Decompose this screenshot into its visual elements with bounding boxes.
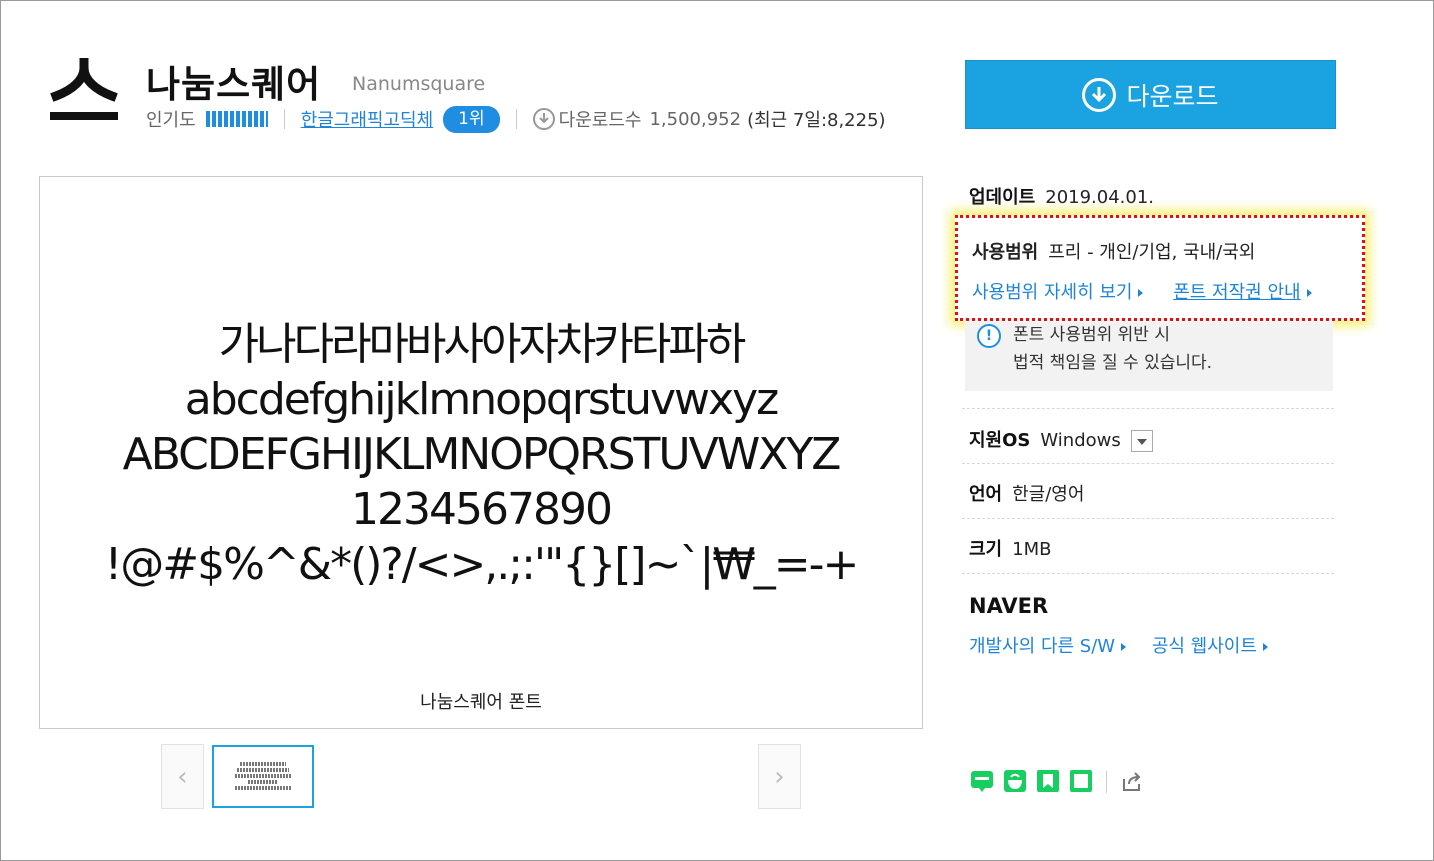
recent-downloads: (최근 7일:8,225) — [747, 110, 886, 131]
font-title-english: Nanumsquare — [352, 73, 486, 95]
usage-row: 사용범위 프리 - 개인/기업, 국내/국외 — [972, 238, 1255, 264]
rank-badge: 1위 — [443, 105, 500, 133]
os-value: Windows — [1040, 430, 1121, 451]
vendor-website-label: 공식 웹사이트 — [1151, 636, 1257, 657]
sample-line-symbols: !@#$%^&*()?/<>,.;:'"{}[]~`|₩_=-+ — [104, 539, 860, 590]
divider — [962, 408, 1334, 409]
copyright-link[interactable]: 폰트 저작권 안내 — [1173, 282, 1312, 303]
sample-line-lowercase: abcdefghijklmnopqrstuvwxyz — [184, 374, 779, 425]
memo-icon[interactable] — [1069, 769, 1093, 793]
popularity-label: 인기도 — [146, 110, 196, 131]
font-meta-row: 인기도 한글그래픽고딕체 1위 다운로드수 1,500,952 (최근 7일:8… — [146, 105, 886, 133]
category-link[interactable]: 한글그래픽고딕체 — [301, 106, 433, 132]
arrow-right-icon — [1138, 289, 1144, 297]
download-button[interactable]: 다운로드 — [965, 60, 1336, 129]
divider — [962, 573, 1334, 574]
font-logo-icon — [50, 58, 118, 120]
arrow-right-icon — [1121, 643, 1127, 651]
usage-links: 사용범위 자세히 보기 폰트 저작권 안내 — [972, 278, 1312, 304]
arrow-right-icon — [1306, 289, 1312, 297]
preview-caption: 나눔스퀘어 폰트 — [420, 692, 542, 713]
preview-thumbnail[interactable] — [212, 745, 314, 808]
divider — [962, 518, 1334, 519]
language-value: 한글/영어 — [1012, 484, 1085, 505]
warning-icon: ! — [977, 324, 1001, 348]
update-row: 업데이트 2019.04.01. — [969, 183, 1154, 209]
vendor-name: NAVER — [969, 594, 1049, 618]
size-row: 크기 1MB — [969, 535, 1051, 561]
warning-text: 폰트 사용범위 위반 시 법적 책임을 질 수 있습니다. — [1013, 321, 1212, 377]
os-dropdown-button[interactable] — [1130, 430, 1153, 452]
usage-range-highlight: 사용범위 프리 - 개인/기업, 국내/국외 사용범위 자세히 보기 폰트 저작권… — [955, 215, 1365, 321]
blog-icon[interactable] — [970, 769, 994, 793]
update-value: 2019.04.01. — [1045, 187, 1155, 208]
divider — [515, 109, 517, 129]
language-label: 언어 — [969, 484, 1003, 505]
bookmark-icon[interactable] — [1036, 769, 1060, 793]
vendor-other-software-link[interactable]: 개발사의 다른 S/W — [969, 636, 1127, 657]
prev-arrow-button[interactable]: ‹ — [161, 744, 204, 809]
sample-line-digits: 1234567890 — [351, 484, 613, 535]
font-preview: 가나다라마바사아자차카타파하 abcdefghijklmnopqrstuvwxy… — [39, 176, 923, 729]
cafe-icon[interactable] — [1003, 769, 1027, 793]
divider — [1106, 771, 1107, 793]
download-count: 1,500,952 — [649, 108, 742, 130]
usage-warning-box: ! 폰트 사용범위 위반 시 법적 책임을 질 수 있습니다. — [965, 321, 1333, 391]
next-arrow-button[interactable]: › — [758, 744, 801, 809]
usage-detail-link[interactable]: 사용범위 자세히 보기 — [972, 282, 1144, 303]
usage-label: 사용범위 — [972, 242, 1039, 263]
usage-value: 프리 - 개인/기업, 국내/국외 — [1048, 242, 1256, 263]
download-button-label: 다운로드 — [1126, 81, 1219, 111]
update-label: 업데이트 — [969, 187, 1036, 208]
size-label: 크기 — [969, 539, 1003, 560]
share-icon[interactable] — [1120, 769, 1144, 793]
arrow-right-icon — [1262, 643, 1268, 651]
popularity-bar — [205, 111, 268, 127]
preview-sample-text: 가나다라마바사아자차카타파하 abcdefghijklmnopqrstuvwxy… — [40, 317, 922, 592]
download-count-label: 다운로드수 — [558, 110, 642, 131]
warning-line-2: 법적 책임을 질 수 있습니다. — [1013, 353, 1213, 373]
vendor-links: 개발사의 다른 S/W 공식 웹사이트 — [969, 632, 1288, 658]
os-row: 지원OS Windows — [969, 426, 1153, 452]
language-row: 언어 한글/영어 — [969, 480, 1084, 506]
copyright-label: 폰트 저작권 안내 — [1173, 282, 1301, 303]
size-value: 1MB — [1012, 539, 1052, 560]
usage-detail-label: 사용범위 자세히 보기 — [972, 282, 1133, 303]
sample-line-uppercase: ABCDEFGHIJKLMNOPQRSTUVWXYZ — [122, 429, 842, 480]
os-label: 지원OS — [969, 430, 1031, 451]
vendor-website-link[interactable]: 공식 웹사이트 — [1152, 636, 1268, 657]
sample-line-hangul: 가나다라마바사아자차카타파하 — [218, 319, 747, 370]
vendor-other-label: 개발사의 다른 S/W — [969, 636, 1116, 657]
warning-line-1: 폰트 사용범위 위반 시 — [1013, 325, 1170, 345]
download-icon — [1082, 77, 1117, 112]
divider — [283, 109, 285, 129]
font-title: 나눔스퀘어 — [146, 63, 322, 106]
divider — [962, 463, 1334, 464]
download-count-icon — [532, 108, 555, 130]
